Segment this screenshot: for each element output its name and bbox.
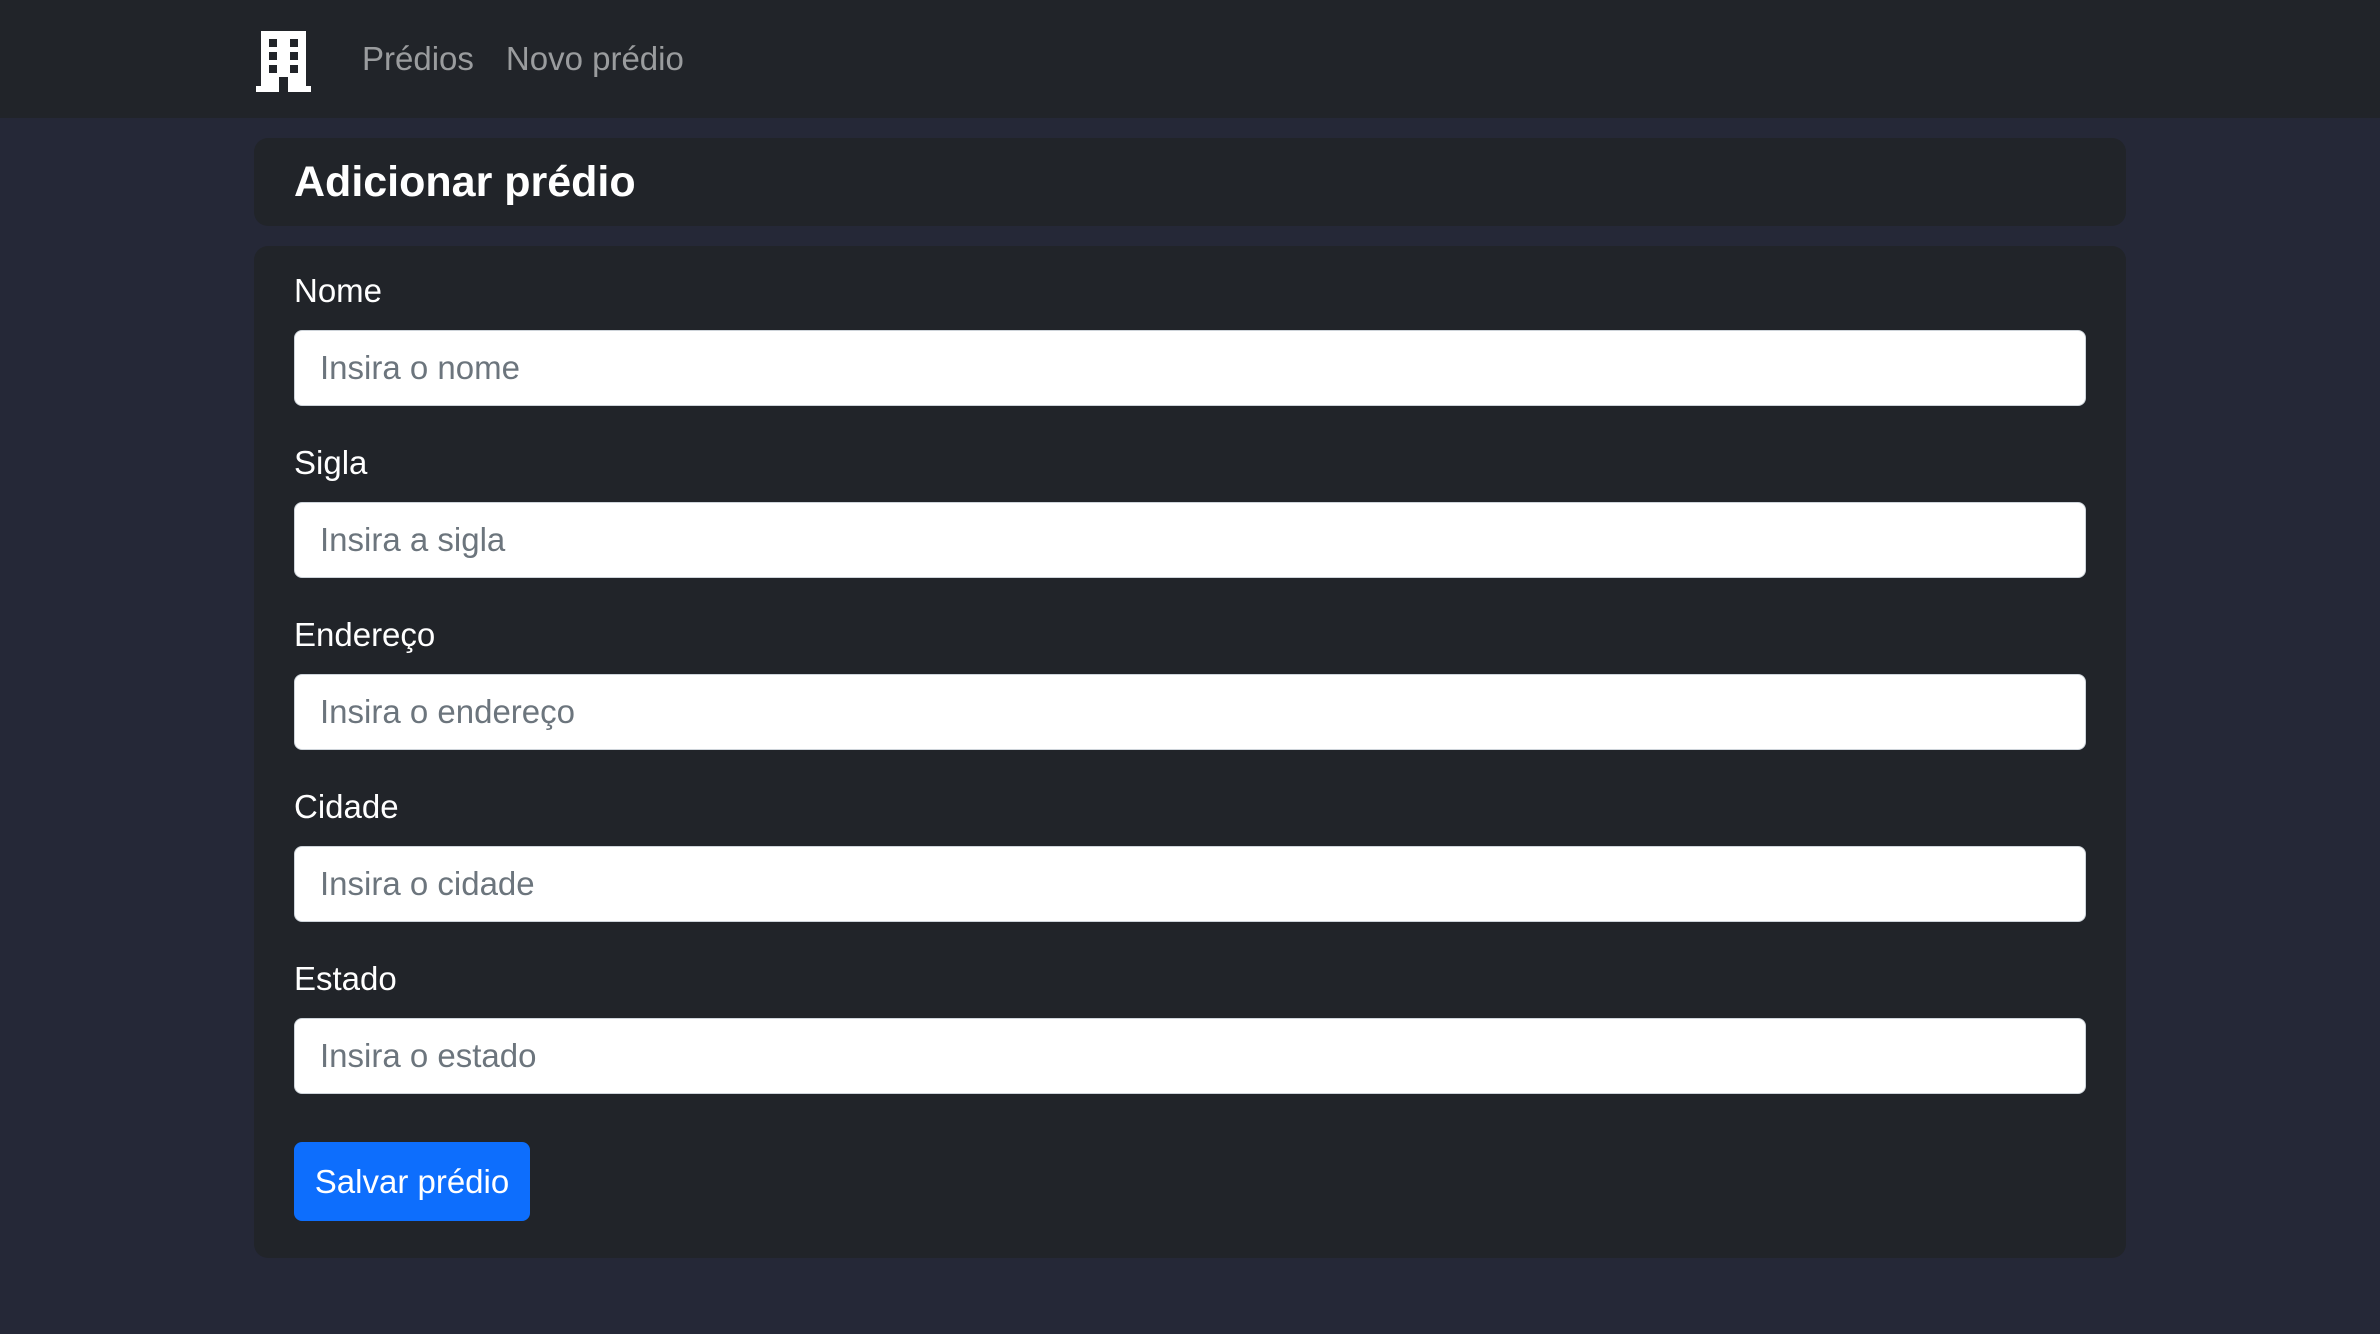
- nav-link-predios[interactable]: Prédios: [362, 40, 474, 78]
- sigla-input[interactable]: [294, 502, 2086, 578]
- cidade-input[interactable]: [294, 846, 2086, 922]
- estado-label: Estado: [294, 960, 397, 997]
- cidade-label: Cidade: [294, 788, 399, 825]
- nav-link-novo-predio[interactable]: Novo prédio: [506, 40, 684, 78]
- estado-input[interactable]: [294, 1018, 2086, 1094]
- sigla-label: Sigla: [294, 444, 368, 481]
- page-title: Adicionar prédio: [294, 157, 636, 206]
- nome-input[interactable]: [294, 330, 2086, 406]
- add-building-form: Nome Sigla Endereço Cidade Estado Salvar…: [254, 246, 2126, 1258]
- title-card: Adicionar prédio: [254, 138, 2126, 226]
- top-navbar: Prédios Novo prédio: [0, 0, 2380, 118]
- nav-links: Prédios Novo prédio: [362, 0, 716, 118]
- save-building-button[interactable]: Salvar prédio: [294, 1142, 530, 1221]
- endereco-label: Endereço: [294, 616, 436, 653]
- building-icon[interactable]: [256, 31, 311, 92]
- nome-label: Nome: [294, 272, 383, 309]
- endereco-input[interactable]: [294, 674, 2086, 750]
